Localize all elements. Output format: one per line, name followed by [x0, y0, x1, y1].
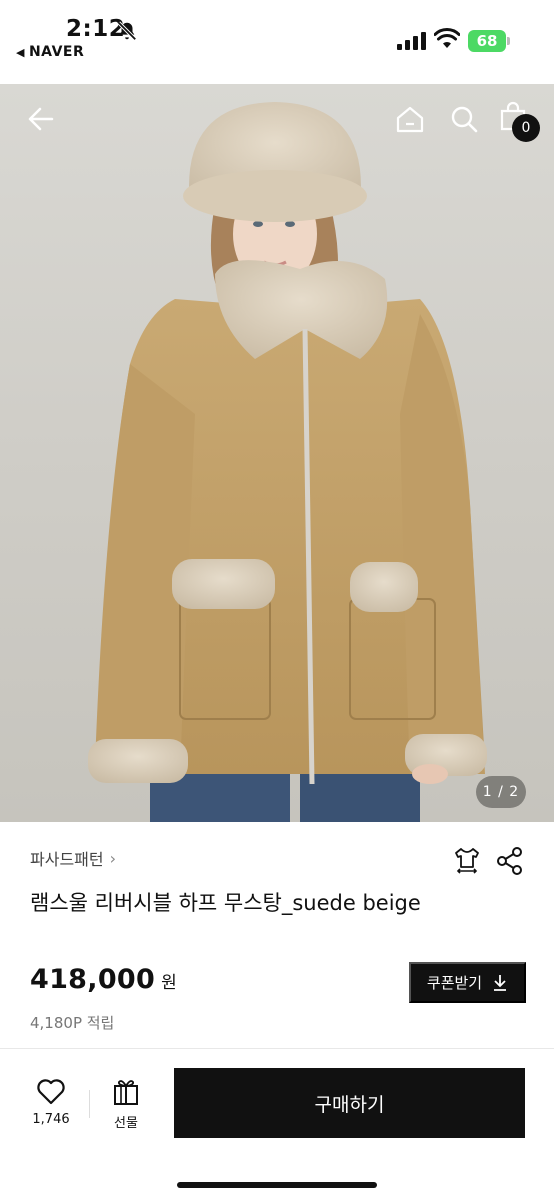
search-button[interactable]	[447, 102, 481, 136]
back-arrow-icon	[28, 107, 54, 131]
price-value: 418,000	[30, 964, 156, 995]
buy-button[interactable]: 구매하기	[174, 1068, 525, 1138]
back-to-app-link[interactable]: ◀ NAVER	[16, 44, 84, 60]
divider	[89, 1090, 90, 1118]
gift-icon	[114, 1080, 138, 1105]
download-icon	[494, 974, 507, 991]
gift-button[interactable]: 선물	[104, 1078, 148, 1132]
divider	[0, 1048, 554, 1049]
chevron-right-icon: ›	[109, 848, 117, 868]
like-count: 1,746	[32, 1112, 70, 1127]
like-button[interactable]: 1,746	[26, 1078, 76, 1132]
reward-points: 4,180P 적립	[30, 1014, 115, 1032]
coupon-download-button[interactable]: 쿠폰받기	[409, 962, 526, 1003]
wifi-icon	[434, 28, 460, 48]
product-title: 램스울 리버시블 하프 무스탕_suede beige	[30, 891, 421, 915]
back-button[interactable]	[24, 102, 58, 136]
signal-icon	[397, 32, 426, 50]
heart-icon	[37, 1079, 65, 1105]
gift-label: 선물	[114, 1116, 138, 1131]
search-icon	[451, 106, 478, 133]
brand-link[interactable]: 파사드패턴 ›	[30, 846, 116, 870]
battery-cap	[507, 37, 510, 45]
size-guide-icon[interactable]	[452, 845, 482, 875]
back-triangle-icon: ◀	[16, 45, 25, 59]
home-indicator	[177, 1182, 377, 1188]
battery-level: 68	[468, 30, 506, 52]
coupon-label: 쿠폰받기	[426, 975, 483, 992]
home-icon	[396, 106, 424, 133]
cart-count-badge: 0	[512, 114, 540, 142]
status-bar: 2:12 ◀ NAVER 68	[0, 0, 554, 84]
battery-icon: 68	[468, 30, 510, 52]
product-photo	[88, 102, 487, 822]
share-icon[interactable]	[496, 846, 524, 876]
product-image-carousel[interactable]	[0, 84, 554, 822]
price-currency: 원	[161, 973, 177, 993]
brand-name: 파사드패턴	[30, 850, 104, 869]
image-page-indicator: 1 / 2	[476, 776, 526, 808]
home-button[interactable]	[393, 102, 427, 136]
price-row: 418,000 원	[30, 964, 177, 995]
back-app-label: NAVER	[28, 44, 85, 60]
bell-slash-icon	[117, 21, 137, 41]
